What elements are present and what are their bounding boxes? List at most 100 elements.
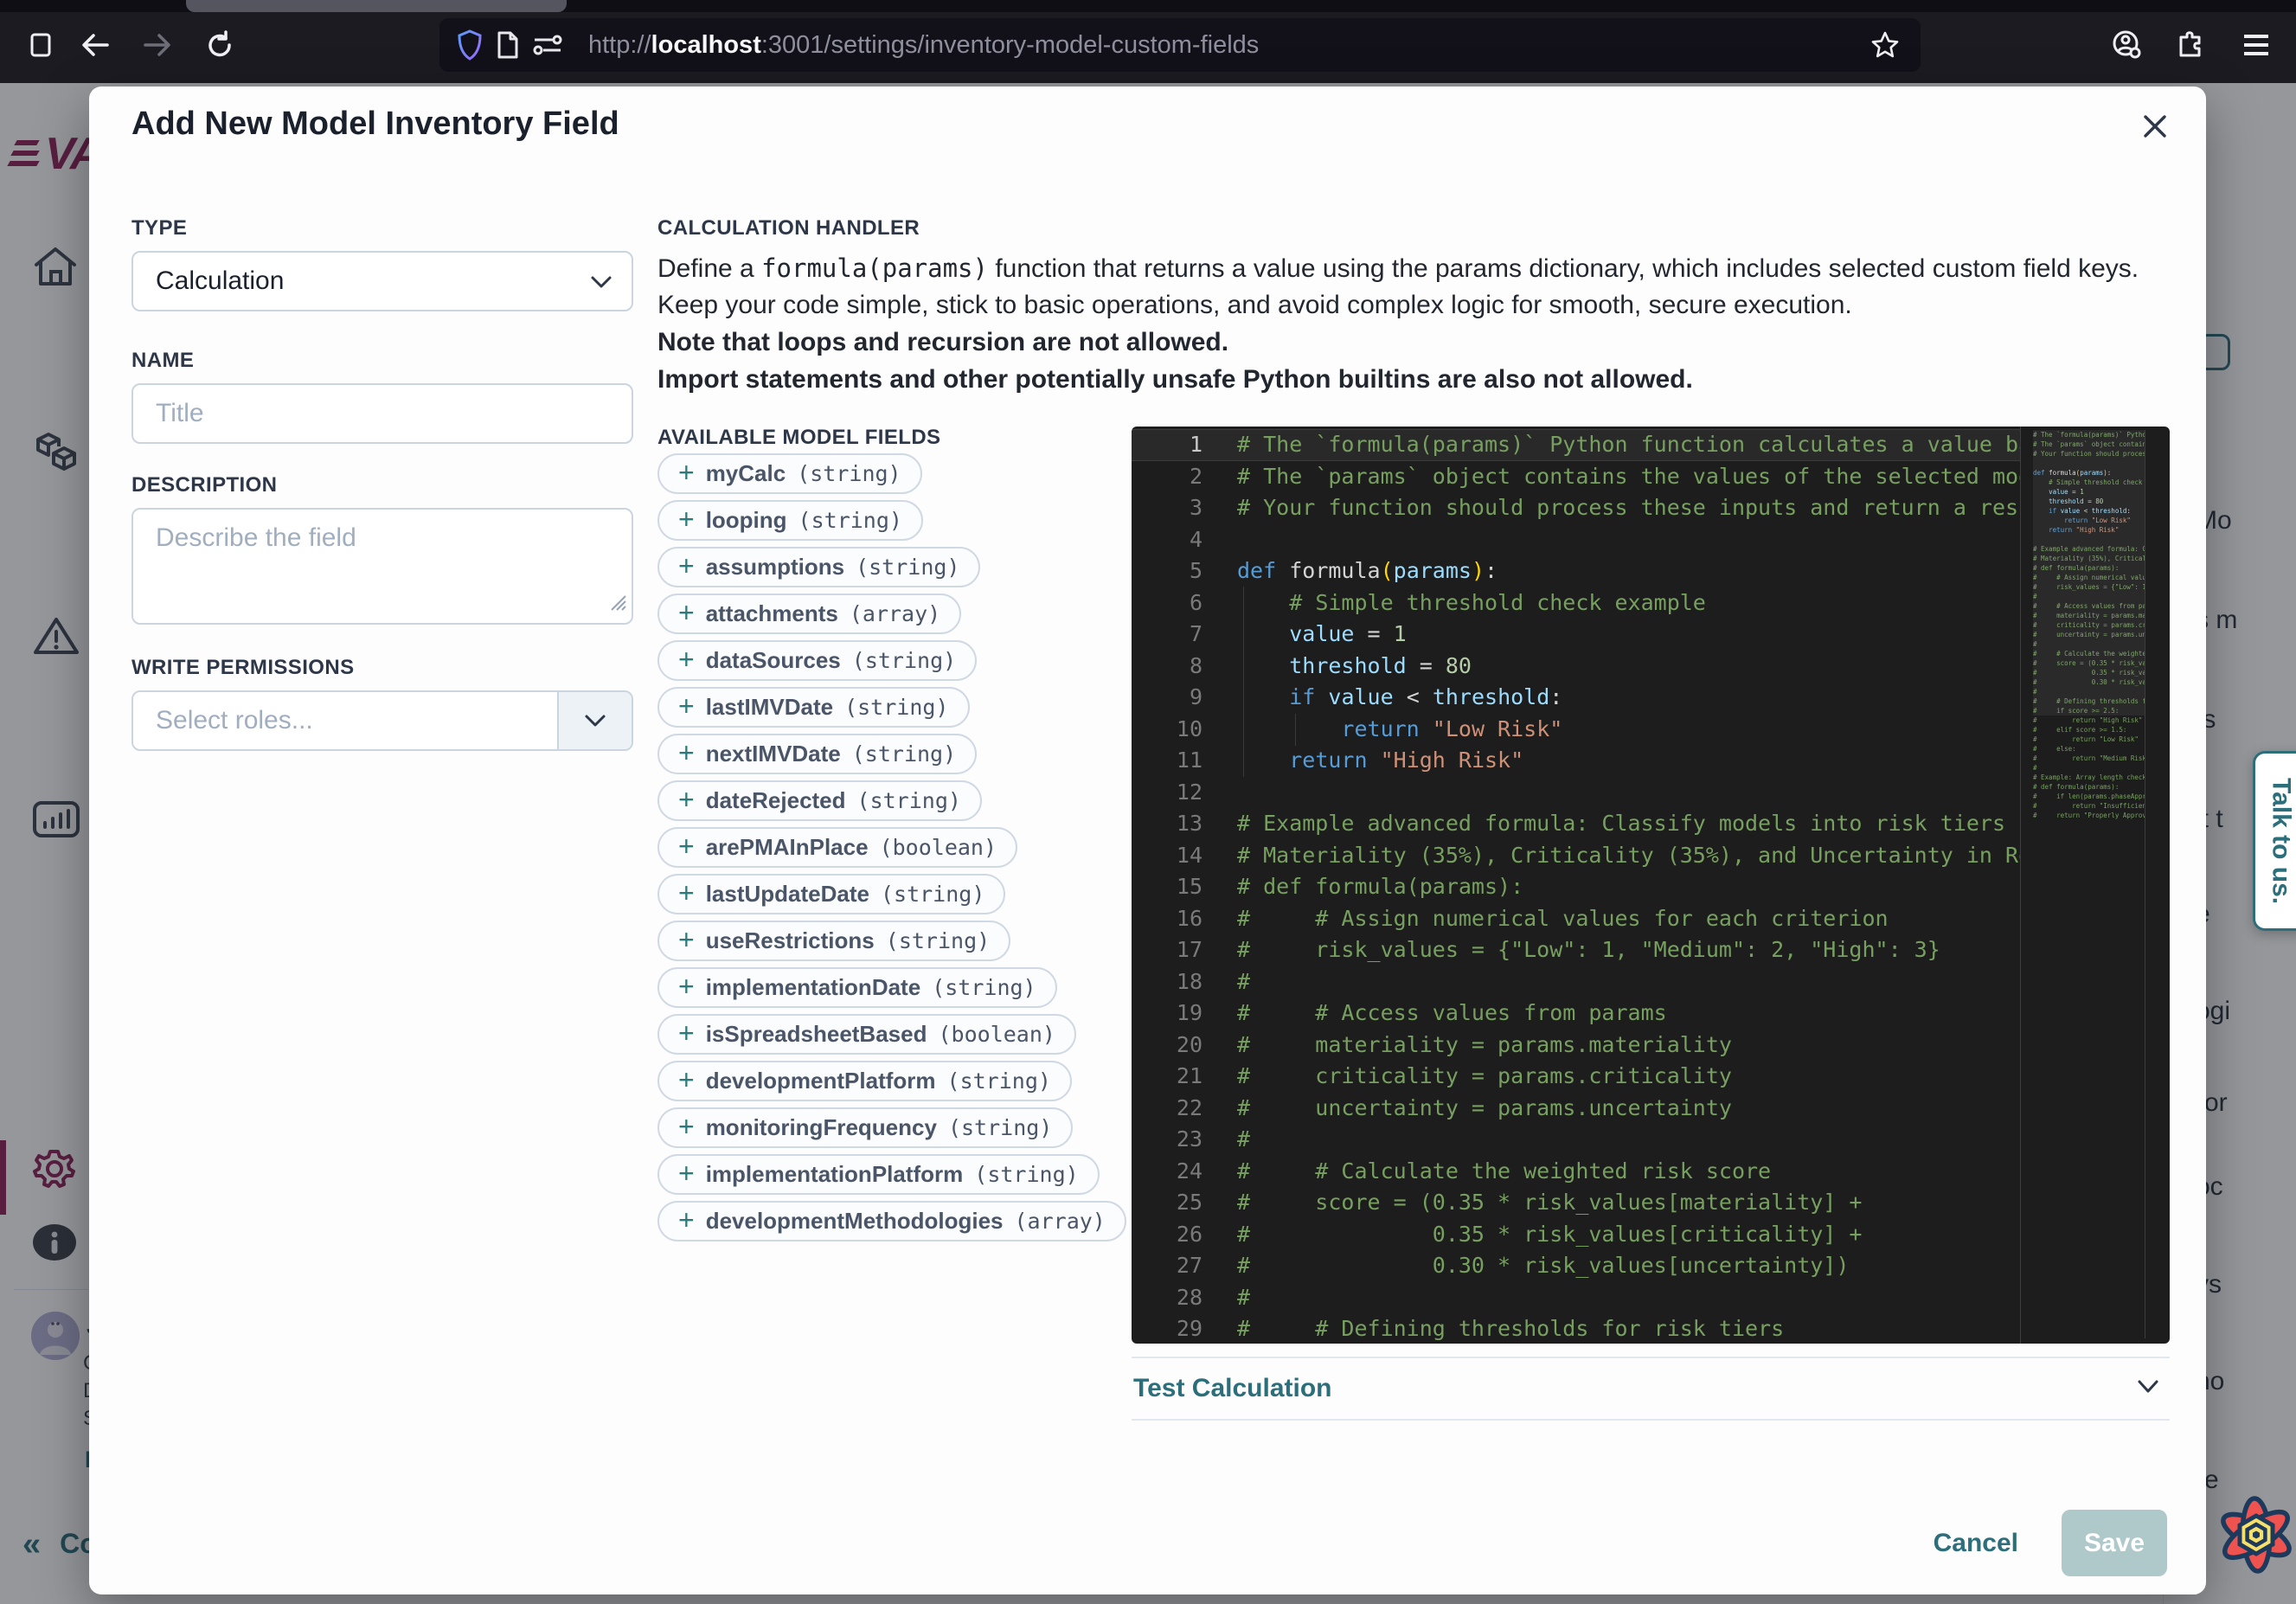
field-chip[interactable]: + dateRejected (string)	[657, 780, 982, 821]
add-field-plus-icon: +	[678, 739, 695, 767]
code-line: 25# score = (0.35 * risk_values[material…	[1132, 1187, 2020, 1219]
model-fields-list: +myCalc(string) + looping (string) +assumpti…	[657, 453, 1125, 1248]
editor-minimap[interactable]: # The `formula(params)` Python function …	[2033, 430, 2145, 1338]
field-chip-type: (string)	[797, 461, 901, 486]
add-field-plus-icon: +	[678, 972, 695, 1000]
sidebar-toggle-icon[interactable]	[22, 26, 61, 64]
code-area[interactable]: 1# The `formula(params)` Python function…	[1132, 429, 2020, 1344]
calculation-handler-label: CALCULATION HANDLER	[657, 216, 920, 241]
talk-to-us-label: Talk to us.	[2267, 778, 2296, 904]
code-line: 22# uncertainty = params.uncertainty	[1132, 1093, 2020, 1125]
field-chip-type: (string)	[844, 695, 948, 720]
field-chip-name: lastUpdateDate	[706, 881, 869, 908]
code-editor[interactable]: 1# The `formula(params)` Python function…	[1132, 427, 2170, 1344]
field-chip-type: (array)	[1015, 1209, 1106, 1234]
chevron-down-icon	[590, 266, 612, 296]
field-chip[interactable]: +lastIMVDate(string)	[657, 687, 970, 728]
field-chip[interactable]: +dataSources(string)	[657, 640, 977, 681]
field-chip-name: arePMAInPlace	[706, 834, 869, 861]
field-chip-type: (boolean)	[938, 1022, 1055, 1047]
field-chip[interactable]: +attachments(array)	[657, 593, 961, 634]
tab-strip	[0, 0, 2296, 12]
code-line: 4	[1132, 524, 2020, 556]
roles-dropdown-toggle[interactable]	[557, 692, 632, 749]
available-fields-label: AVAILABLE MODEL FIELDS	[657, 426, 940, 450]
code-line: 11 return "High Risk"	[1132, 745, 2020, 777]
add-field-plus-icon: +	[678, 552, 695, 580]
handler-warning-line: Import statements and other potentially …	[657, 365, 1693, 395]
write-permissions-label: WRITE PERMISSIONS	[131, 656, 355, 680]
browser-chrome: http://localhost:3001/settings/inventory…	[0, 0, 2296, 83]
field-chip[interactable]: +monitoringFrequency(string)	[657, 1107, 1073, 1148]
field-chip-name: attachments	[706, 600, 838, 627]
reload-button[interactable]	[201, 26, 239, 64]
code-clip-edge	[2020, 427, 2021, 1344]
save-button[interactable]: Save	[2062, 1510, 2167, 1576]
add-field-plus-icon: +	[678, 1159, 695, 1187]
field-chip-type: (string)	[947, 1068, 1051, 1094]
name-input[interactable]: Title	[131, 383, 633, 444]
add-field-plus-icon: +	[678, 1019, 695, 1047]
field-chip[interactable]: +implementationPlatform(string)	[657, 1154, 1100, 1195]
field-chip-type: (string)	[857, 788, 961, 813]
handler-warning-line: Note that loops and recursion are not al…	[657, 328, 1228, 357]
bookmark-star-icon[interactable]	[1870, 30, 1900, 60]
code-line: 8 threshold = 80	[1132, 651, 2020, 683]
add-field-plus-icon: +	[678, 1206, 695, 1234]
code-line: 16# # Assign numerical values for each c…	[1132, 903, 2020, 935]
field-chip-name: developmentMethodologies	[706, 1208, 1004, 1235]
field-chip[interactable]: + developmentMethodologies (array)	[657, 1201, 1126, 1241]
type-select[interactable]: Calculation	[131, 251, 633, 311]
field-chip-name: dateRejected	[706, 787, 846, 814]
forward-button[interactable]	[138, 26, 176, 64]
field-chip-type: (string)	[932, 975, 1036, 1000]
url-text[interactable]: http://localhost:3001/settings/inventory…	[588, 31, 1870, 60]
field-chip[interactable]: +implementationDate(string)	[657, 967, 1057, 1008]
add-field-plus-icon: +	[678, 786, 695, 813]
code-line: 23#	[1132, 1124, 2020, 1156]
code-line: 9 if value < threshold:	[1132, 682, 2020, 714]
field-chip[interactable]: +arePMAInPlace(boolean)	[657, 827, 1017, 868]
url-bar[interactable]: http://localhost:3001/settings/inventory…	[439, 18, 1921, 72]
code-line: 10 return "Low Risk"	[1132, 714, 2020, 746]
type-label: TYPE	[131, 216, 187, 241]
field-chip[interactable]: +myCalc(string)	[657, 453, 922, 494]
field-chip[interactable]: +assumptions(string)	[657, 547, 980, 587]
test-calculation-accordion[interactable]: Test Calculation	[1132, 1357, 2170, 1421]
shield-icon[interactable]	[457, 29, 483, 61]
page-info-icon[interactable]	[497, 31, 519, 59]
field-chip[interactable]: +useRestrictions(string)	[657, 921, 1010, 961]
field-chip-name: looping	[706, 507, 787, 534]
code-line: 12	[1132, 777, 2020, 809]
field-chip[interactable]: +developmentPlatform(string)	[657, 1061, 1072, 1101]
field-chip-type: (boolean)	[880, 835, 997, 860]
minimap-viewport[interactable]	[2033, 430, 2145, 715]
field-chip[interactable]: +lastUpdateDate(string)	[657, 874, 1005, 914]
permissions-toggle-icon[interactable]	[533, 34, 562, 56]
resize-handle-icon[interactable]	[608, 589, 627, 619]
field-chip[interactable]: +nextIMVDate(string)	[657, 734, 977, 774]
account-icon[interactable]	[2107, 26, 2145, 64]
code-line: 7 value = 1	[1132, 619, 2020, 651]
write-permissions-select[interactable]: Select roles...	[131, 690, 633, 751]
modal-footer: Cancel Save	[1925, 1510, 2167, 1576]
back-button[interactable]	[76, 26, 114, 64]
atom-flower-icon[interactable]	[2215, 1493, 2296, 1581]
description-label: DESCRIPTION	[131, 473, 277, 497]
handler-help-line: Define a formula(params) function that r…	[657, 253, 2139, 284]
field-chip[interactable]: +isSpreadsheetBased(boolean)	[657, 1014, 1076, 1055]
add-field-plus-icon: +	[678, 505, 695, 533]
active-tab[interactable]	[186, 0, 567, 12]
close-icon[interactable]	[2131, 102, 2179, 151]
cancel-button[interactable]: Cancel	[1925, 1529, 2027, 1558]
talk-to-us-tab[interactable]: Talk to us.	[2253, 751, 2296, 931]
field-chip-name: lastIMVDate	[706, 694, 833, 721]
field-chip[interactable]: +looping(string)	[657, 500, 923, 541]
code-line: 3# Your function should process these in…	[1132, 492, 2020, 524]
description-textarea[interactable]: Describe the field	[131, 508, 633, 625]
indent-guide	[1243, 587, 1244, 777]
menu-icon[interactable]	[2237, 26, 2275, 64]
name-label: NAME	[131, 349, 194, 373]
extensions-icon[interactable]	[2171, 26, 2209, 64]
code-line: 29# # Defining thresholds for risk tiers	[1132, 1313, 2020, 1344]
